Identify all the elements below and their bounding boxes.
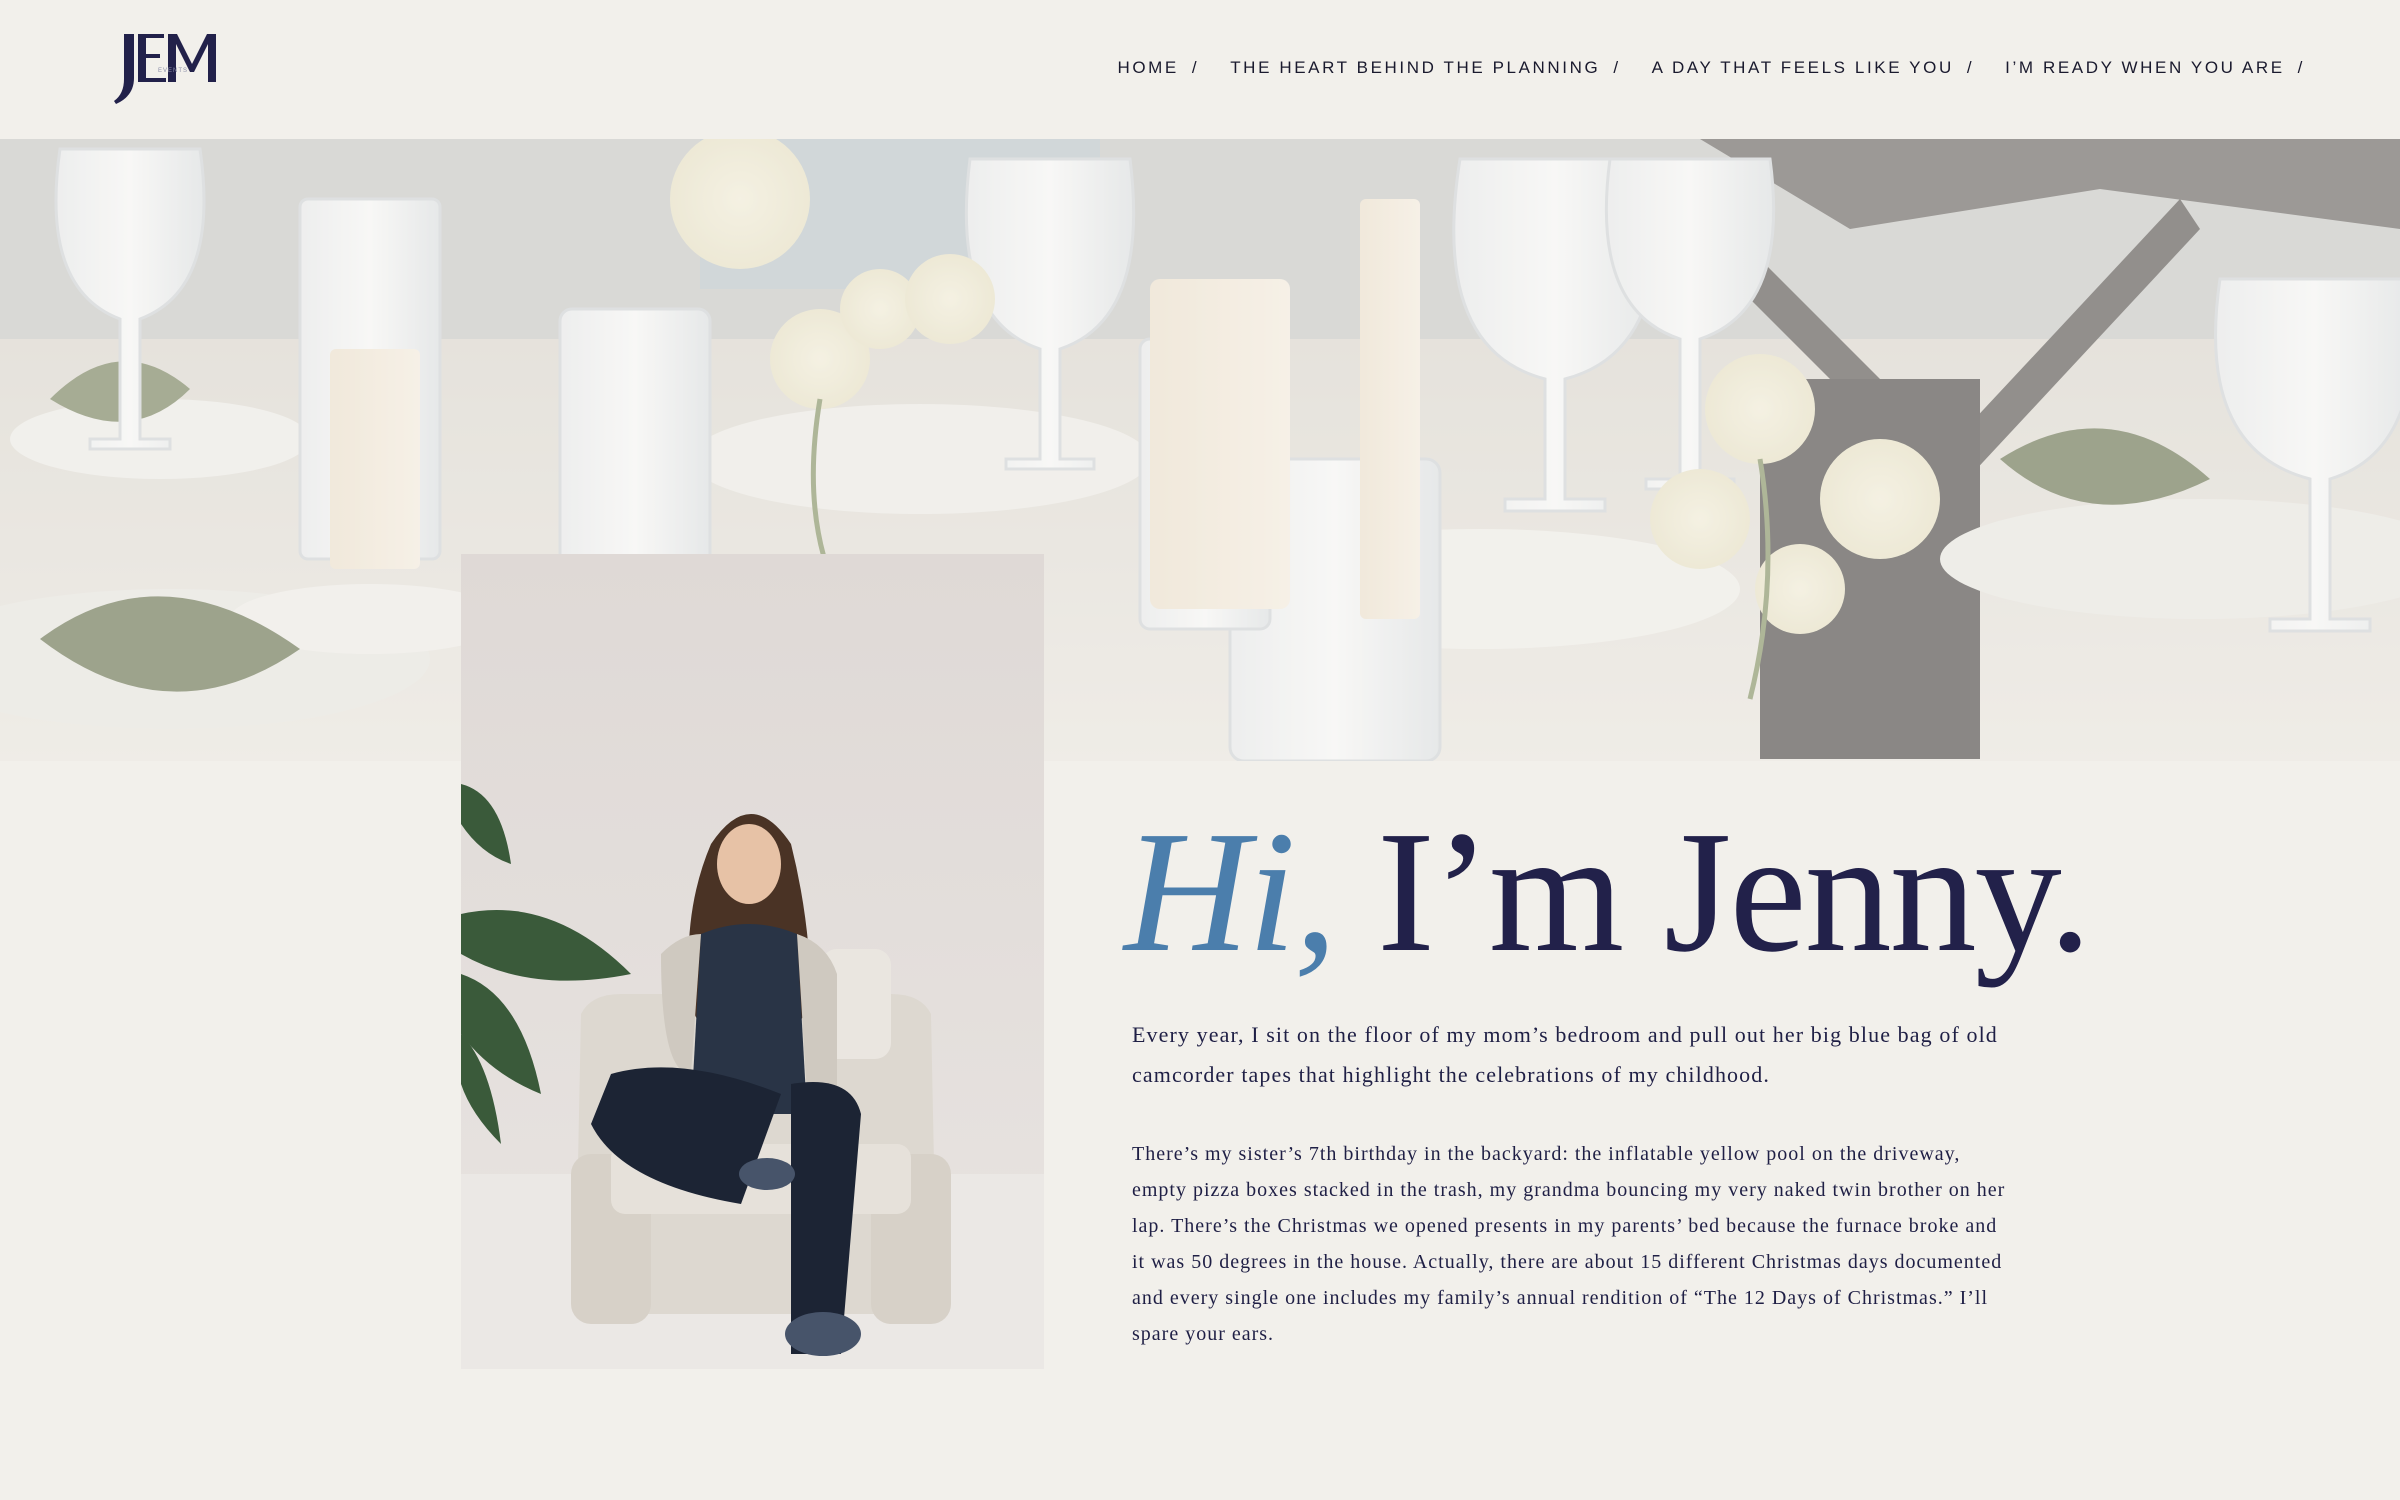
nav-link-home[interactable]: HOME xyxy=(1117,58,1178,78)
hero-image xyxy=(0,139,2400,761)
nav-item-ready: I’M READY WHEN YOU ARE / xyxy=(2005,58,2305,78)
main-nav: HOME / THE HEART BEHIND THE PLANNING / A… xyxy=(1117,58,2305,78)
nav-separator: / xyxy=(2297,58,2305,77)
nav-separator: / xyxy=(1613,58,1621,77)
title-name: I’m Jenny. xyxy=(1335,795,2092,988)
nav-link-ready-when-you-are[interactable]: I’M READY WHEN YOU ARE xyxy=(2005,58,2285,78)
hero-overlay xyxy=(0,139,2400,761)
nav-link-day-feels-like-you[interactable]: A DAY THAT FEELS LIKE YOU xyxy=(1652,58,1954,78)
nav-separator: / xyxy=(1966,58,1975,77)
nav-item-day: A DAY THAT FEELS LIKE YOU / xyxy=(1652,58,2005,78)
nav-separator: / xyxy=(1191,58,1200,77)
title-greeting: Hi, xyxy=(1124,795,1337,988)
jem-logo[interactable]: EVENTS xyxy=(100,28,235,108)
site-header: EVENTS HOME / THE HEART BEHIND THE PLANN… xyxy=(0,0,2400,139)
nav-link-heart-behind-planning[interactable]: THE HEART BEHIND THE PLANNING xyxy=(1230,58,1600,78)
page: EVENTS HOME / THE HEART BEHIND THE PLANN… xyxy=(0,0,2400,1500)
portrait-illustration xyxy=(461,554,1044,1369)
jem-logo-mark: EVENTS xyxy=(114,34,216,104)
nav-item-heart: THE HEART BEHIND THE PLANNING / xyxy=(1230,58,1651,78)
about-intro: Hi, I’m Jenny. Every year, I sit on the … xyxy=(1124,805,2092,1352)
intro-lead-paragraph: Every year, I sit on the floor of my mom… xyxy=(1132,1022,1998,1087)
intro-body-paragraph: There’s my sister’s 7th birthday in the … xyxy=(1132,1143,2006,1345)
portrait-photo xyxy=(461,554,1044,1369)
logo-small-text: EVENTS xyxy=(158,68,188,74)
page-title: Hi, I’m Jenny. xyxy=(1124,805,2092,979)
nav-item-home: HOME / xyxy=(1117,58,1230,78)
